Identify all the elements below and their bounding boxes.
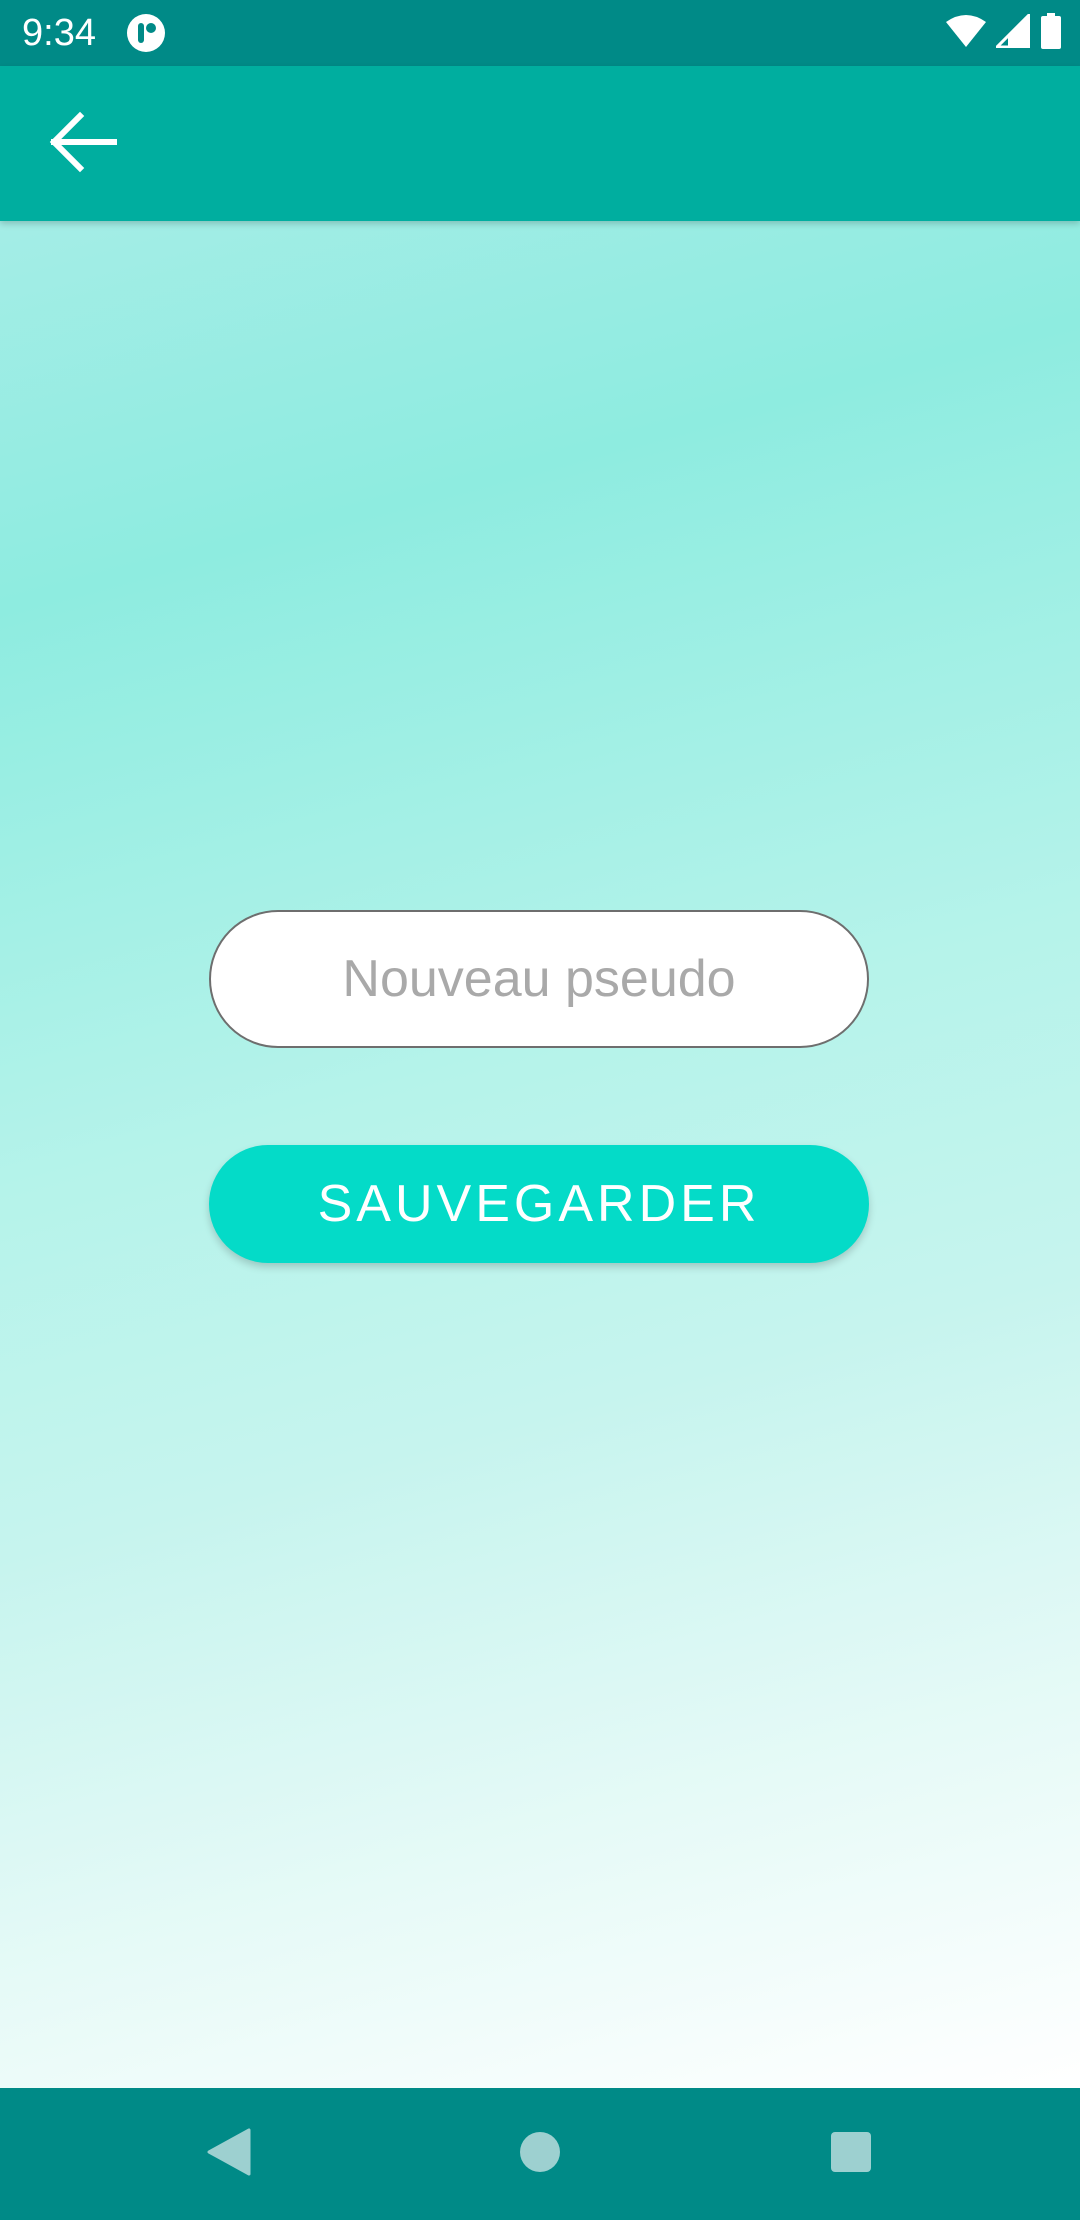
system-nav-bar <box>0 2088 1080 2220</box>
arrow-back-icon <box>48 109 118 180</box>
app-bar <box>0 66 1080 221</box>
nav-home-button[interactable] <box>504 2118 576 2190</box>
cell-signal-icon <box>993 10 1031 53</box>
home-circle-icon <box>519 2131 561 2178</box>
wifi-icon <box>946 14 986 53</box>
app-notification-icon <box>126 13 166 53</box>
back-button[interactable] <box>36 106 130 182</box>
nav-back-button[interactable] <box>192 2118 264 2190</box>
pseudo-input[interactable] <box>209 910 869 1048</box>
content-area: SAUVEGARDER <box>0 221 1080 2088</box>
screen: 9:34 Nouveau pseudo SAUVEGARDER <box>0 0 1080 2220</box>
status-bar: 9:34 <box>0 0 1080 66</box>
status-time: 9:34 <box>22 12 96 54</box>
nav-recents-button[interactable] <box>815 2118 887 2190</box>
battery-icon <box>1040 12 1062 54</box>
status-icons <box>946 10 1062 54</box>
recents-square-icon <box>830 2131 872 2178</box>
back-triangle-icon <box>205 2128 251 2181</box>
save-button[interactable]: SAUVEGARDER <box>209 1145 869 1263</box>
